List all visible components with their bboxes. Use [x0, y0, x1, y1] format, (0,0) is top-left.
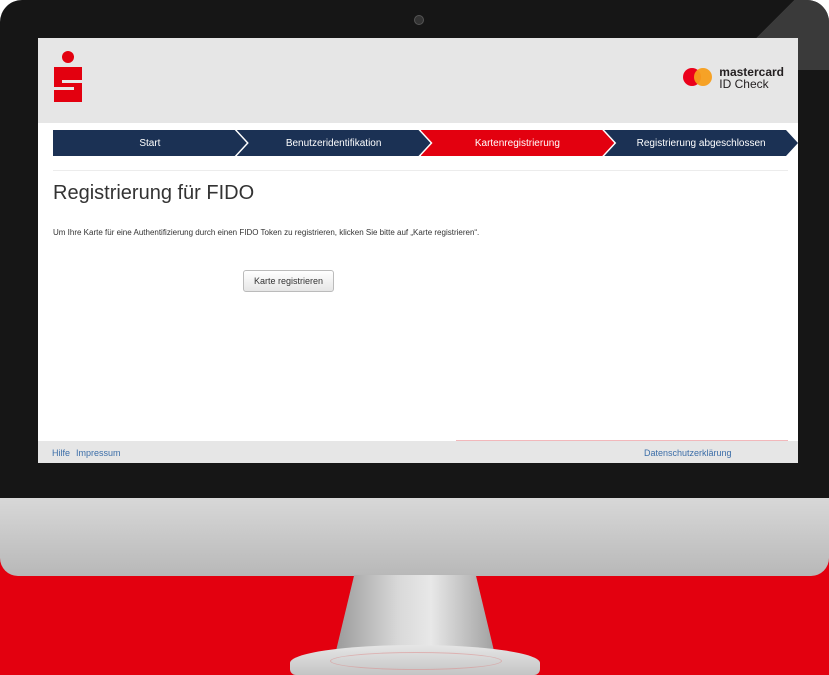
step-card-registration: Kartenregistrierung — [421, 130, 615, 156]
step-registration-completed: Registrierung abgeschlossen — [604, 130, 798, 156]
instruction-text: Um Ihre Karte für eine Authentifizierung… — [53, 228, 480, 237]
camera-icon — [414, 15, 424, 25]
browser-screen: mastercard ID Check Start Benutzeridenti… — [38, 38, 798, 463]
mastercard-circles-icon — [683, 68, 713, 86]
step-start: Start — [53, 130, 247, 156]
monitor-chin — [0, 498, 829, 576]
register-card-button[interactable]: Karte registrieren — [243, 270, 335, 292]
privacy-link[interactable]: Datenschutzerklärung — [644, 448, 732, 458]
monitor-stand — [335, 575, 495, 655]
sparkasse-s-logo-icon — [54, 51, 82, 102]
imprint-link[interactable]: Impressum — [76, 448, 121, 458]
page-header: mastercard ID Check — [38, 38, 798, 123]
help-link[interactable]: Hilfe — [52, 448, 70, 458]
page-title: Registrierung für FIDO — [53, 182, 255, 204]
progress-steps: Start Benutzeridentifikation Kartenregis… — [53, 130, 788, 156]
monitor-foot-ring — [330, 652, 502, 670]
page-footer: Hilfe Impressum Datenschutzerklärung — [38, 441, 798, 463]
mastercard-id-check-logo: mastercard ID Check — [683, 66, 784, 90]
id-check-text: ID Check — [719, 77, 769, 91]
step-user-identification: Benutzeridentifikation — [237, 130, 431, 156]
content-divider — [53, 170, 788, 171]
